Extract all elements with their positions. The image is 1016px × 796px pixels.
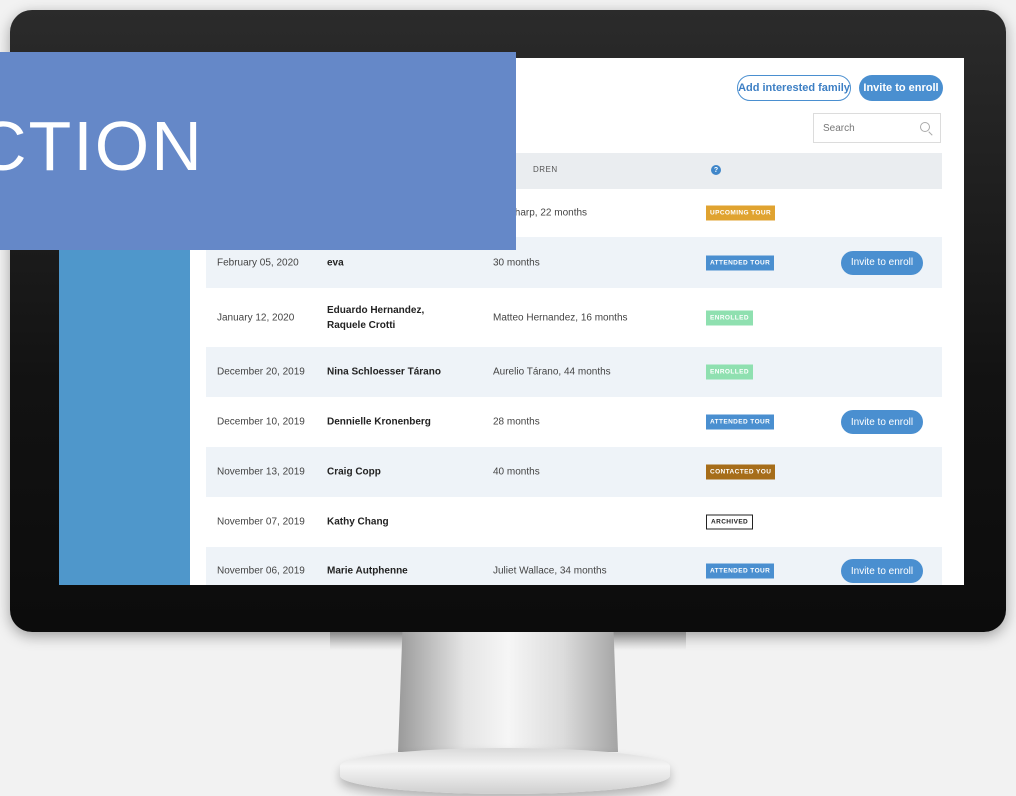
column-header-children: DREN — [533, 165, 558, 174]
date-cell: December 20, 2019 — [217, 366, 305, 378]
status-badge: ATTENDED TOUR — [706, 563, 775, 579]
add-interested-family-button[interactable]: Add interested family — [737, 75, 851, 101]
status-badge: CONTACTED YOU — [706, 464, 776, 480]
table-row[interactable]: November 13, 2019 Craig Copp 40 months CONT… — [206, 447, 942, 497]
help-icon[interactable]: ? — [711, 165, 721, 175]
table-row[interactable]: December 10, 2019 Dennielle Kronenberg 28 … — [206, 397, 942, 447]
search-icon — [920, 122, 930, 132]
children-cell: 28 months — [493, 416, 540, 428]
date-cell: February 05, 2020 — [217, 257, 299, 268]
status-badge: ATTENDED TOUR — [706, 255, 775, 270]
family-name-cell: Craig Copp — [327, 466, 381, 478]
search-placeholder: Search — [823, 122, 855, 134]
table-row[interactable]: November 07, 2019 Kathy Chang ARCHIVED — [206, 497, 942, 547]
date-cell: November 13, 2019 — [217, 466, 305, 478]
date-cell: December 10, 2019 — [217, 416, 305, 428]
status-badge: ATTENDED TOUR — [706, 414, 775, 430]
monitor-stand-base — [340, 748, 670, 794]
invite-to-enroll-row-button[interactable]: Invite to enroll — [841, 410, 923, 434]
table-row[interactable]: January 12, 2020 Eduardo Hernandez, Raquel… — [206, 288, 942, 347]
family-name-cell: eva — [327, 257, 344, 268]
invite-to-enroll-row-button[interactable]: Invite to enroll — [841, 559, 923, 583]
banner-text: CTION — [0, 107, 204, 185]
status-badge: UPCOMING TOUR — [706, 205, 776, 221]
children-cell: Juliet Wallace, 34 months — [493, 565, 607, 577]
children-cell: 30 months — [493, 257, 540, 268]
overlay-banner: CTION — [0, 52, 516, 250]
children-cell: Aurelio Tárano, 44 months — [493, 366, 611, 378]
search-input[interactable]: Search — [813, 113, 941, 143]
family-name-cell: Marie Autphenne — [327, 565, 408, 577]
children-cell: Matteo Hernandez, 16 months — [493, 312, 628, 323]
invite-to-enroll-button[interactable]: Invite to enroll — [859, 75, 943, 101]
invite-to-enroll-row-button[interactable]: Invite to enroll — [841, 250, 923, 275]
date-cell: November 07, 2019 — [217, 516, 305, 528]
family-name-cell: Eduardo Hernandez, Raquele Crotti — [327, 304, 425, 331]
family-name-cell: Kathy Chang — [327, 516, 389, 528]
date-cell: January 12, 2020 — [217, 312, 295, 323]
family-name-cell: Dennielle Kronenberg — [327, 416, 431, 428]
monitor-stand — [398, 632, 618, 752]
status-badge: ENROLLED — [706, 310, 753, 325]
family-name-cell: Nina Schloesser Tárano — [327, 366, 441, 378]
status-badge: ARCHIVED — [706, 514, 754, 530]
status-badge: ENROLLED — [706, 364, 753, 380]
table-row[interactable]: December 20, 2019 Nina Schloesser Tárano A… — [206, 347, 942, 397]
date-cell: November 06, 2019 — [217, 565, 305, 577]
table-row[interactable]: November 06, 2019 Marie Autphenne Juliet W… — [206, 547, 942, 585]
children-cell: 40 months — [493, 466, 540, 478]
